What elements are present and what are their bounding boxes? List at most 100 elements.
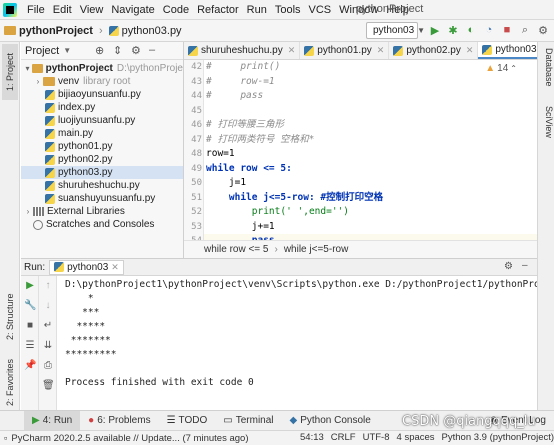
soft-wrap-icon[interactable]: ↵ <box>42 320 54 332</box>
file-encoding[interactable]: UTF-8 <box>363 432 390 443</box>
coverage-icon[interactable]: ◐ <box>464 23 478 37</box>
menu-view[interactable]: View <box>76 4 108 16</box>
indent-setting[interactable]: 4 spaces <box>397 432 435 443</box>
tree-file[interactable]: bijiaoyunsuanfu.py <box>21 88 183 101</box>
chevron-up-icon[interactable]: ⌃ <box>510 64 517 73</box>
status-bar: ▫ PyCharm 2020.2.5 available // Update..… <box>0 430 554 445</box>
chevron-right-icon: › <box>98 24 103 37</box>
bottom-tab-todo[interactable]: ☰ TODO <box>159 411 216 431</box>
tab-sciview[interactable]: SciView <box>539 106 554 150</box>
tab-label: python03.py <box>495 44 537 55</box>
bottom-tab-problems[interactable]: ● 6: Problems <box>80 411 158 431</box>
menu-navigate[interactable]: Navigate <box>107 4 158 16</box>
bottom-tab-terminal[interactable]: ▭ Terminal <box>215 411 281 431</box>
hide-icon[interactable]: – <box>522 260 528 271</box>
locate-icon[interactable]: ⊕ <box>95 44 104 57</box>
tree-file[interactable]: python02.py <box>21 153 183 166</box>
line-number: 52 <box>191 207 202 217</box>
menu-tools[interactable]: Tools <box>271 4 305 16</box>
collapse-all-icon[interactable]: ⇕ <box>113 44 122 57</box>
menu-run[interactable]: Run <box>243 4 271 16</box>
close-icon[interactable]: ✕ <box>377 45 385 56</box>
arrow-up-icon[interactable]: ↑ <box>42 280 54 292</box>
layout-icon[interactable]: ☰ <box>24 340 36 352</box>
run-toolbar-secondary: ↑ ↓ ↵ ⇊ ⎙ 🗑 <box>39 276 57 410</box>
tab-shuruheshuchu[interactable]: shuruheshuchu.py ✕ <box>184 42 301 59</box>
breadcrumb-file[interactable]: python03.py <box>122 25 182 37</box>
menu-code[interactable]: Code <box>159 4 193 16</box>
arrow-down-icon[interactable]: ↓ <box>42 300 54 312</box>
rerun-icon[interactable]: ▶ <box>24 280 36 292</box>
line-separator[interactable]: CRLF <box>331 432 356 443</box>
run-icon[interactable]: ▶ <box>428 23 442 37</box>
line-number: 45 <box>191 105 202 116</box>
tab-python01[interactable]: python01.py ✕ <box>300 42 390 59</box>
pin-icon[interactable]: 📌 <box>24 360 36 372</box>
menu-refactor[interactable]: Refactor <box>193 4 243 16</box>
tree-file[interactable]: python01.py <box>21 140 183 153</box>
breadcrumb-project[interactable]: pythonProject <box>19 25 93 37</box>
tab-project[interactable]: 1: Project <box>2 44 18 100</box>
tree-scratches[interactable]: Scratches and Consoles <box>21 218 183 231</box>
right-tool-strip: Database SciView <box>537 42 554 430</box>
tree-file[interactable]: main.py <box>21 127 183 140</box>
tab-favorites[interactable]: 2: Favorites <box>2 352 18 412</box>
close-icon[interactable]: ✕ <box>288 45 296 56</box>
run-config-select[interactable]: python03 ▼ <box>366 22 425 39</box>
interpreter[interactable]: Python 3.9 (pythonProject) <box>442 432 554 443</box>
gear-icon[interactable]: ⚙ <box>131 44 141 57</box>
hide-icon[interactable]: – <box>149 44 155 56</box>
code-breadcrumb-item[interactable]: while row <= 5 <box>204 244 268 255</box>
close-icon[interactable]: ✕ <box>466 45 474 56</box>
bottom-tab-python-console[interactable]: ◆ Python Console <box>282 411 379 431</box>
tree-venv[interactable]: › venv library root <box>21 75 183 88</box>
search-icon[interactable]: ⌕ <box>518 23 532 37</box>
console-output-line: ******* <box>65 335 111 346</box>
menu-file[interactable]: File <box>23 4 49 16</box>
wrench-icon[interactable]: 🔧 <box>24 300 36 312</box>
code-breadcrumb: while row <= 5 › while j<=5-row <box>184 240 537 258</box>
console-exit-message: Process finished with exit code 0 <box>65 377 254 388</box>
folder-icon <box>43 77 55 86</box>
inspection-indicator[interactable]: ▲ 14 ⌃ <box>485 63 517 74</box>
menu-vcs[interactable]: VCS <box>305 4 336 16</box>
watermark: CSDN @qiangqqq_lu <box>402 414 536 429</box>
run-console[interactable]: D:\pythonProject1\pythonProject\venv\Scr… <box>57 276 537 410</box>
stop-icon[interactable]: ■ <box>500 23 514 37</box>
stop-icon[interactable]: ■ <box>24 320 36 332</box>
chevron-down-icon[interactable]: ▼ <box>63 46 71 55</box>
line-number: 51 <box>191 192 202 203</box>
file-label: index.py <box>58 102 96 113</box>
status-message[interactable]: PyCharm 2020.2.5 available // Update... … <box>11 433 248 444</box>
tab-database[interactable]: Database <box>539 48 554 96</box>
code-breadcrumb-item[interactable]: while j<=5-row <box>284 244 348 255</box>
tree-file[interactable]: luojiyunsuanfu.py <box>21 114 183 127</box>
tree-external-libraries[interactable]: › External Libraries <box>21 205 183 218</box>
run-tab[interactable]: python03 ✕ <box>49 259 124 275</box>
tree-root[interactable]: ▾ pythonProject D:\pythonProje <box>21 62 183 75</box>
tab-python03[interactable]: python03.py✕ <box>478 42 537 59</box>
tree-file[interactable]: index.py <box>21 101 183 114</box>
bottom-tab-run[interactable]: ▶ 4: Run <box>24 410 81 431</box>
debug-icon[interactable]: ✱ <box>446 23 460 37</box>
chevron-down-icon: ▼ <box>417 26 426 35</box>
project-header-label[interactable]: Project <box>25 45 59 57</box>
cursor-position[interactable]: 54:13 <box>300 432 324 443</box>
code-area[interactable]: 42 43 44 45 46 47 48 49 50 51 52 53 54 #… <box>184 60 537 240</box>
file-label: luojiyunsuanfu.py <box>58 115 136 126</box>
close-icon[interactable]: ✕ <box>111 262 119 273</box>
tab-structure[interactable]: 2: Structure <box>2 288 18 346</box>
scroll-to-end-icon[interactable]: ⇊ <box>42 340 54 352</box>
gear-icon[interactable]: ⚙ <box>504 261 513 272</box>
console-output-line: * <box>65 293 94 304</box>
tab-python02[interactable]: python02.py ✕ <box>389 42 479 59</box>
tree-file[interactable]: shuruheshuchu.py <box>21 179 183 192</box>
profile-icon[interactable]: ◔ <box>482 23 496 37</box>
print-icon[interactable]: ⎙ <box>42 360 54 372</box>
trash-icon[interactable]: 🗑 <box>42 380 55 392</box>
warning-icon: ▲ <box>485 63 496 74</box>
settings-icon[interactable]: ⚙ <box>536 23 550 37</box>
menu-edit[interactable]: Edit <box>49 4 76 16</box>
tree-file[interactable]: suanshuyunsuanfu.py <box>21 192 183 205</box>
tree-file-selected[interactable]: python03.py <box>21 166 183 179</box>
